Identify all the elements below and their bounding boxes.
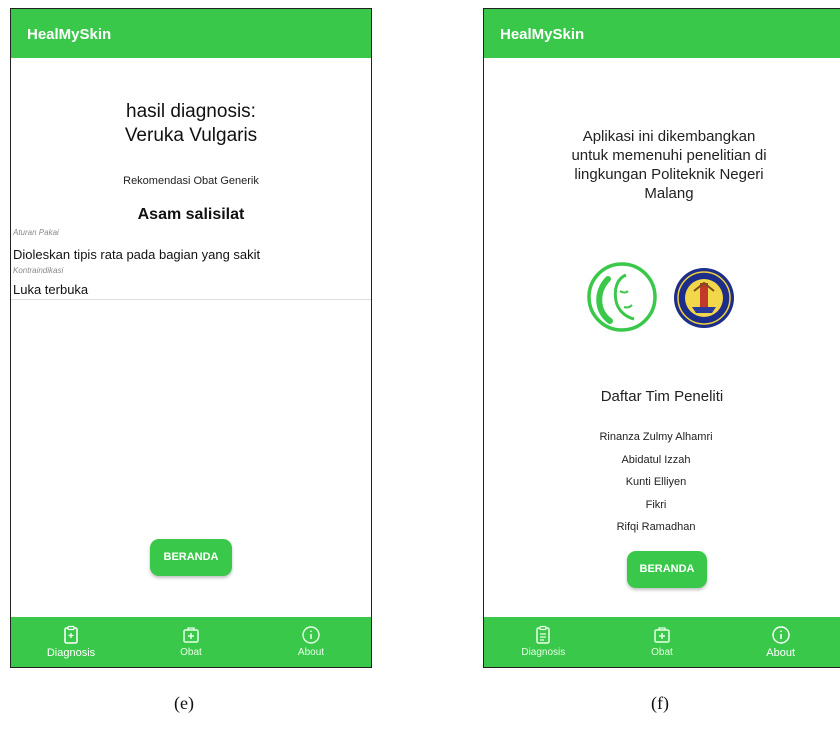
team-member: Rinanza Zulmy Alhamri bbox=[599, 431, 713, 443]
nav-label: Diagnosis bbox=[46, 647, 96, 659]
team-title: Daftar Tim Peneliti bbox=[600, 388, 724, 405]
description-line: Malang bbox=[644, 185, 694, 202]
nav-label: Obat bbox=[180, 647, 202, 658]
home-button[interactable]: BERANDA bbox=[627, 551, 707, 588]
nav-obat[interactable]: Obat bbox=[622, 617, 702, 667]
medicine-name: Asam salisilat bbox=[137, 206, 245, 223]
nav-label: Diagnosis bbox=[521, 647, 566, 658]
info-icon bbox=[771, 626, 790, 644]
team-member: Fikri bbox=[645, 498, 667, 511]
result-name: Veruka Vulgaris bbox=[124, 125, 258, 146]
contra-value: Luka terbuka bbox=[13, 282, 89, 297]
team-list: Rinanza Zulmy Alhamri Abidatul Izzah Kun… bbox=[484, 426, 840, 539]
team-member: Kunti Elliyen bbox=[625, 476, 687, 488]
divider bbox=[11, 299, 371, 300]
nav-label: About bbox=[297, 647, 325, 658]
home-button[interactable]: BERANDA bbox=[150, 539, 232, 576]
app-bar: HealMySkin bbox=[11, 9, 371, 58]
clipboard-icon bbox=[536, 625, 551, 644]
app-bar: HealMySkin bbox=[484, 9, 840, 58]
contra-label: Kontraindikasi bbox=[13, 266, 64, 275]
result-heading: hasil diagnosis: bbox=[126, 101, 256, 122]
screen-f: HealMySkin Aplikasi ini dikembangkan unt… bbox=[483, 8, 840, 668]
screen-e: HealMySkin hasil diagnosis: Veruka Vulga… bbox=[10, 8, 372, 668]
bottom-navigation: Diagnosis Obat About bbox=[11, 617, 371, 667]
nav-about[interactable]: About bbox=[271, 617, 351, 667]
app-description: Aplikasi ini dikembangkan untuk memenuhi… bbox=[506, 127, 832, 203]
nav-label: Obat bbox=[651, 647, 673, 658]
polinema-seal-icon bbox=[674, 268, 734, 328]
description-line: untuk memenuhi penelitian di bbox=[571, 147, 767, 164]
description-line: Aplikasi ini dikembangkan bbox=[582, 128, 756, 145]
clipboard-icon bbox=[64, 625, 78, 644]
team-member: Rifqi Ramadhan bbox=[616, 521, 696, 533]
diagnosis-result: hasil diagnosis: Veruka Vulgaris bbox=[11, 100, 371, 148]
usage-value: Dioleskan tipis rata pada bagian yang sa… bbox=[13, 247, 261, 262]
app-logo-icon bbox=[587, 262, 657, 332]
nav-diagnosis[interactable]: Diagnosis bbox=[503, 617, 583, 667]
usage-label: Aturan Pakai bbox=[13, 228, 59, 237]
nav-obat[interactable]: Obat bbox=[151, 617, 231, 667]
medicine-box-icon bbox=[654, 627, 670, 643]
app-title: HealMySkin bbox=[27, 26, 112, 43]
info-icon bbox=[302, 626, 320, 644]
nav-diagnosis[interactable]: Diagnosis bbox=[31, 617, 111, 667]
team-member: Abidatul Izzah bbox=[621, 453, 691, 466]
nav-label: About bbox=[766, 647, 796, 659]
recommendation-title: Rekomendasi Obat Generik bbox=[123, 175, 259, 187]
caption-f: (f) bbox=[651, 693, 669, 713]
medicine-box-icon bbox=[183, 627, 199, 643]
bottom-navigation: Diagnosis Obat About bbox=[484, 617, 840, 667]
description-line: lingkungan Politeknik Negeri bbox=[574, 166, 764, 183]
caption-e: (e) bbox=[174, 693, 194, 713]
app-title: HealMySkin bbox=[500, 26, 585, 43]
nav-about[interactable]: About bbox=[741, 617, 821, 667]
